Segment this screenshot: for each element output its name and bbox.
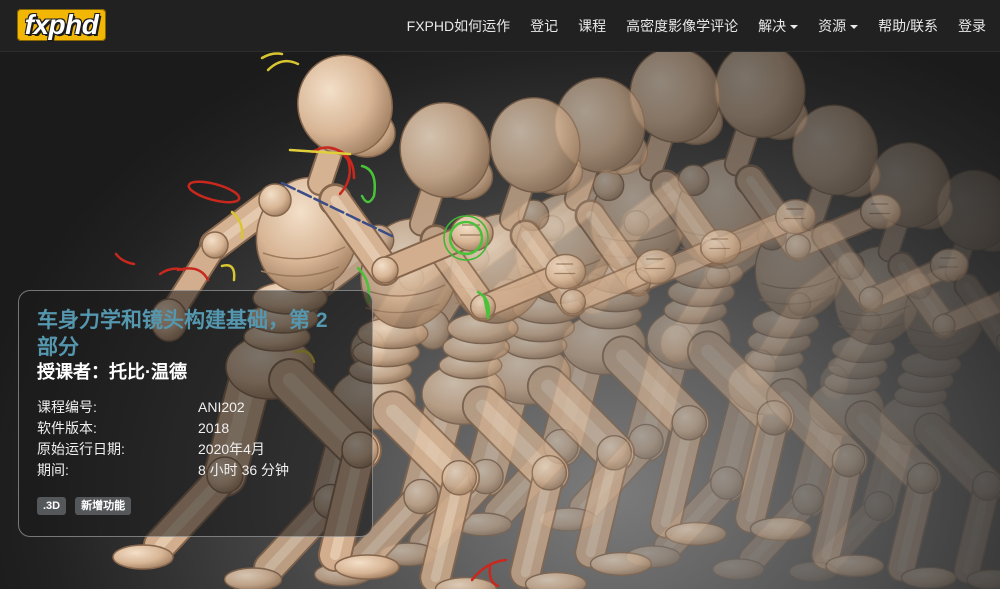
detail-value-software-version: 2018 — [198, 420, 230, 436]
detail-label-software-version: 软件版本: — [37, 420, 97, 436]
course-tags: .3D 新增功能 — [37, 497, 345, 515]
nav-item-label: 登记 — [530, 18, 559, 34]
course-details: 课程编号: ANI202 软件版本: 2018 原始运行日期: 2020年4月 … — [37, 397, 345, 481]
detail-value-course-code: ANI202 — [198, 399, 245, 415]
tag-3d[interactable]: .3D — [37, 497, 67, 515]
course-instructor: 授课者：托比·温德 — [37, 362, 187, 382]
caret-down-icon — [790, 24, 799, 29]
nav-item-label: 解决 — [758, 18, 787, 34]
nav-item-label: 资源 — [818, 18, 847, 34]
detail-label-duration: 期间: — [37, 462, 69, 478]
detail-label-course-code: 课程编号: — [37, 399, 97, 415]
course-title: 车身力学和镜头构建基础，第 2 部分 — [37, 309, 328, 359]
detail-label-original-run-date: 原始运行日期: — [37, 441, 125, 457]
detail-value-original-run-date: 2020年4月 — [198, 441, 265, 457]
nav-item-courses[interactable]: 课程 — [568, 0, 616, 52]
nav-item-login[interactable]: 登录 — [948, 0, 996, 52]
top-navbar: fxphd FXPHD如何运作 登记 课程 高密度影像学评论 解决 资源 帮助/… — [0, 0, 1000, 52]
nav-item-resources-dropdown[interactable]: 资源 — [808, 0, 868, 52]
nav-item-label: FXPHD如何运作 — [406, 18, 511, 34]
caret-down-icon — [850, 24, 859, 29]
nav-item-label: 高密度影像学评论 — [626, 18, 739, 34]
nav-item-solutions-dropdown[interactable]: 解决 — [748, 0, 808, 52]
nav-item-reviews[interactable]: 高密度影像学评论 — [616, 0, 748, 52]
fxphd-logo[interactable]: fxphd — [17, 9, 106, 41]
main-nav: FXPHD如何运作 登记 课程 高密度影像学评论 解决 资源 帮助/联系 登录 — [397, 0, 996, 52]
nav-item-how-it-works[interactable]: FXPHD如何运作 — [397, 0, 520, 52]
nav-item-label: 帮助/联系 — [878, 18, 938, 34]
logo-text: fxphd — [24, 9, 99, 40]
nav-item-help-contact[interactable]: 帮助/联系 — [868, 0, 948, 52]
nav-item-label: 课程 — [578, 18, 607, 34]
detail-value-duration: 8 小时 36 分钟 — [198, 462, 290, 478]
nav-item-label: 登录 — [958, 18, 986, 34]
course-info-card: 车身力学和镜头构建基础，第 2 部分 授课者：托比·温德 课程编号: ANI20… — [18, 290, 373, 537]
nav-item-register[interactable]: 登记 — [520, 0, 568, 52]
tag-new-features[interactable]: 新增功能 — [75, 497, 132, 515]
